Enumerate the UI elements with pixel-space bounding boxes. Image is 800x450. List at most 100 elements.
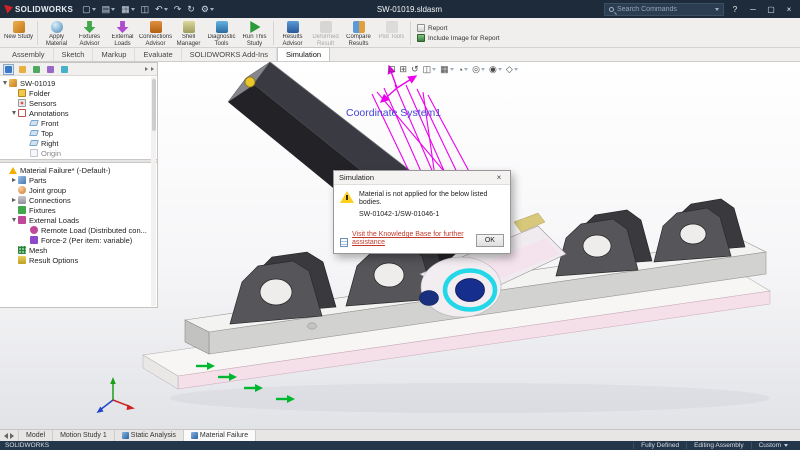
tab-simulation[interactable]: Simulation bbox=[277, 47, 330, 61]
new-study-button[interactable]: New Study bbox=[2, 19, 35, 47]
report-button[interactable]: Report bbox=[417, 24, 500, 32]
display-manager-tab[interactable] bbox=[59, 64, 70, 75]
previous-view-icon[interactable]: ↺ bbox=[411, 64, 419, 75]
beam-hole bbox=[308, 323, 317, 329]
search-input[interactable] bbox=[617, 6, 712, 13]
tree-item-external-loads[interactable]: External Loads bbox=[0, 215, 157, 225]
search-commands-box[interactable] bbox=[604, 3, 724, 16]
tab-sketch[interactable]: Sketch bbox=[54, 48, 94, 61]
tab-model[interactable]: Model bbox=[19, 430, 53, 441]
connections-advisor-button[interactable]: Connections Advisor bbox=[139, 19, 172, 47]
status-editing-assembly: Editing Assembly bbox=[686, 442, 751, 449]
dialog-close-button[interactable]: × bbox=[493, 173, 505, 182]
tab-solidworks-add-ins[interactable]: SOLIDWORKS Add-Ins bbox=[182, 48, 277, 61]
plot-tools-icon bbox=[386, 21, 398, 33]
tab-markup[interactable]: Markup bbox=[93, 48, 135, 61]
status-config-custom[interactable]: Custom bbox=[751, 442, 795, 449]
tree-item-folder[interactable]: Folder bbox=[0, 88, 157, 98]
tree-item-top[interactable]: Top bbox=[0, 128, 157, 138]
panel-expand-icon[interactable] bbox=[145, 67, 148, 71]
zoom-area-icon[interactable]: ⊞ bbox=[400, 64, 408, 75]
tree-item-fixtures[interactable]: Fixtures bbox=[0, 205, 157, 215]
tree-item-sensors[interactable]: Sensors bbox=[0, 98, 157, 108]
dialog-titlebar[interactable]: Simulation × bbox=[334, 171, 510, 185]
tree-item-right[interactable]: Right bbox=[0, 138, 157, 148]
options-icon[interactable]: ⚙ bbox=[200, 5, 215, 14]
ribbon-separator bbox=[273, 21, 274, 45]
tree-item-joint-group[interactable]: Joint group bbox=[0, 185, 157, 195]
tree-item-connections[interactable]: Connections bbox=[0, 195, 157, 205]
expander-icon[interactable] bbox=[3, 81, 7, 85]
mounting-lug-1[interactable] bbox=[230, 252, 336, 324]
redo-icon[interactable]: ↷ bbox=[173, 5, 183, 14]
shell-manager-button[interactable]: Shell Manager bbox=[172, 19, 205, 47]
tree-item-annotations[interactable]: Annotations bbox=[0, 108, 157, 118]
close-button[interactable]: × bbox=[782, 5, 796, 14]
apply-material-button[interactable]: Apply Material bbox=[40, 19, 73, 47]
results-advisor-button[interactable]: Results Advisor bbox=[276, 19, 309, 47]
dimxpert-manager-tab[interactable] bbox=[45, 64, 56, 75]
section-view-icon[interactable]: ◫ bbox=[423, 64, 437, 75]
bolt-hole-small bbox=[420, 291, 439, 306]
configuration-manager-tab[interactable] bbox=[31, 64, 42, 75]
view-orientation-icon[interactable]: ▦ bbox=[440, 64, 454, 75]
tab-motion-study-1[interactable]: Motion Study 1 bbox=[53, 430, 115, 441]
knowledge-base-link[interactable]: Visit the Knowledge Base for further ass… bbox=[352, 231, 472, 247]
hide-show-items-icon[interactable]: ◎ bbox=[472, 64, 485, 75]
tab-material-failure[interactable]: Material Failure bbox=[184, 430, 256, 441]
plane-icon bbox=[29, 140, 39, 146]
feature-manager-tab[interactable] bbox=[3, 64, 14, 75]
display-style-icon[interactable]: ◔ bbox=[458, 65, 468, 75]
undo-icon[interactable]: ↶ bbox=[154, 5, 169, 14]
property-manager-tab[interactable] bbox=[17, 64, 28, 75]
view-settings-icon[interactable]: ◇ bbox=[506, 64, 518, 75]
dropdown-caret-icon bbox=[498, 68, 502, 71]
expander-icon[interactable] bbox=[12, 111, 16, 115]
rebuild-icon[interactable]: ↻ bbox=[186, 5, 196, 14]
expander-icon[interactable] bbox=[12, 178, 16, 182]
compare-results-button[interactable]: Compare Results bbox=[342, 19, 375, 47]
tab-assembly[interactable]: Assembly bbox=[4, 48, 54, 61]
panel-tab-bar bbox=[0, 63, 157, 76]
expander-icon[interactable] bbox=[12, 218, 16, 222]
coordinate-system-label[interactable]: Coordinate System1 bbox=[346, 107, 441, 119]
open-icon[interactable]: ▤ bbox=[101, 5, 117, 14]
new-document-icon[interactable]: ▢ bbox=[81, 5, 97, 14]
minimize-button[interactable]: ─ bbox=[746, 5, 760, 14]
tree-item-mesh[interactable]: Mesh bbox=[0, 245, 157, 255]
tree-item-front[interactable]: Front bbox=[0, 118, 157, 128]
print-icon[interactable]: ◫ bbox=[140, 5, 151, 14]
zoom-fit-icon[interactable]: ⊡ bbox=[388, 64, 396, 75]
include-image-for-report-button[interactable]: Include Image for Report bbox=[417, 34, 500, 42]
tree-item-result-options[interactable]: Result Options bbox=[0, 255, 157, 265]
tab-static-analysis[interactable]: Static Analysis bbox=[115, 430, 184, 441]
ok-button[interactable]: OK bbox=[476, 234, 504, 247]
fixtures-advisor-button[interactable]: Fixtures Advisor bbox=[73, 19, 106, 47]
scrollbar-thumb[interactable] bbox=[152, 79, 156, 131]
maximize-button[interactable]: ▢ bbox=[764, 5, 778, 14]
tree-item-parts[interactable]: Parts bbox=[0, 175, 157, 185]
help-button[interactable]: ? bbox=[728, 5, 742, 14]
panel-scrollbar[interactable] bbox=[151, 77, 156, 306]
graphics-area[interactable]: Coordinate System1 ⊡ ⊞ ↺ ◫ ▦ ◔ ◎ ◉ ◇ bbox=[0, 62, 800, 429]
run-this-study-button[interactable]: Run This Study bbox=[238, 19, 271, 47]
tab-evaluate[interactable]: Evaluate bbox=[135, 48, 181, 61]
edit-appearance-icon[interactable]: ◉ bbox=[489, 64, 502, 75]
save-icon[interactable]: ▦ bbox=[120, 5, 136, 14]
tree-item-force-2[interactable]: Force-2 (Per item: variable) bbox=[0, 235, 157, 245]
tree-item-remote-load[interactable]: Remote Load (Distributed con... bbox=[0, 225, 157, 235]
panel-expand-icon[interactable] bbox=[151, 67, 154, 71]
ribbon-separator bbox=[410, 21, 411, 45]
tree-item-origin[interactable]: Origin bbox=[0, 148, 157, 158]
tree-item-sw-01019[interactable]: SW-01019 bbox=[0, 78, 157, 88]
diagnostic-tools-button[interactable]: Diagnostic Tools bbox=[205, 19, 238, 47]
tab-scroll-left-icon[interactable] bbox=[4, 433, 8, 439]
tree-item-material-failure-study[interactable]: Material Failure* (-Default-) bbox=[0, 165, 157, 175]
external-loads-advisor-button[interactable]: External Loads Advisor bbox=[106, 19, 139, 47]
tab-scroll-right-icon[interactable] bbox=[10, 433, 14, 439]
status-app-name: SOLIDWORKS bbox=[5, 442, 49, 449]
display-manager-tab-icon bbox=[61, 66, 68, 73]
bolt-hole-selected[interactable] bbox=[456, 279, 485, 302]
expander-icon[interactable] bbox=[12, 198, 16, 202]
beam-end-marker bbox=[245, 77, 255, 87]
